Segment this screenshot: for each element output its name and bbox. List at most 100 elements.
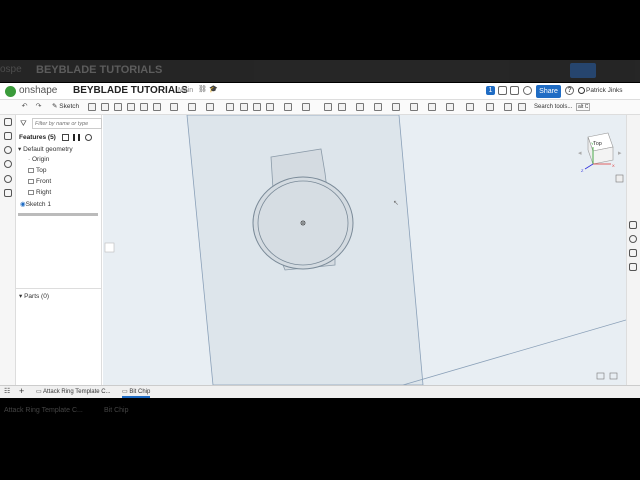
extrude-icon[interactable]: [88, 103, 96, 111]
fillet-icon[interactable]: [170, 103, 178, 111]
helix-icon[interactable]: [356, 103, 364, 111]
hole-icon[interactable]: [240, 103, 248, 111]
variable-icon[interactable]: [486, 103, 494, 111]
background-tab-bar: Attack Ring Template C... Bit Chip: [0, 405, 640, 418]
properties-panel-icon[interactable]: [629, 263, 637, 271]
thicken-icon[interactable]: [140, 103, 148, 111]
draft-icon[interactable]: [206, 103, 214, 111]
search-tools-input[interactable]: Search tools... alt C: [534, 102, 598, 113]
clock-icon[interactable]: [85, 134, 92, 141]
add-tab-icon[interactable]: +: [19, 386, 24, 396]
viewport-canvas[interactable]: Top X Y Z ◂ ▸ ↖: [103, 114, 627, 386]
split-icon[interactable]: [302, 103, 310, 111]
plane-icon: [28, 167, 34, 173]
parts-label: Parts (0): [24, 293, 49, 300]
z-axis-line: [584, 163, 594, 170]
transform-icon[interactable]: [518, 103, 526, 111]
pattern-icon[interactable]: [253, 103, 261, 111]
appearance-icon[interactable]: [466, 103, 474, 111]
frames-icon[interactable]: [446, 103, 454, 111]
features-header[interactable]: Features (5): [19, 134, 56, 141]
feature-filter: ⛛: [20, 118, 102, 129]
tree-item-sketch-1[interactable]: ◉Sketch 1: [20, 200, 51, 208]
onshape-window: onshape BEYBLADE TUTORIALS Main ⛓ 🎓 1 Sh…: [0, 83, 640, 398]
tree-item-label: Top: [36, 167, 47, 174]
search-shortcut-badge: alt C: [576, 103, 591, 111]
versions-icon[interactable]: [498, 86, 507, 95]
x-axis-label: X: [612, 163, 615, 168]
tree-item-origin[interactable]: · Origin: [28, 156, 49, 163]
loft-icon[interactable]: [127, 103, 135, 111]
mate-connector-icon[interactable]: [338, 103, 346, 111]
tree-item-front[interactable]: Front: [28, 178, 51, 185]
boolean-icon[interactable]: [284, 103, 292, 111]
shell-icon[interactable]: [226, 103, 234, 111]
undo-icon[interactable]: ↶: [20, 103, 29, 112]
tab-attack-ring-template[interactable]: ▭ Attack Ring Template C...: [36, 388, 111, 395]
display-mode-icon[interactable]: [615, 174, 624, 183]
graduation-cap-icon[interactable]: 🎓: [209, 86, 218, 95]
appearance-panel-icon[interactable]: [629, 235, 637, 243]
document-tab-bar: ☷ + ▭ Attack Ring Template C... ▭ Bit Ch…: [0, 385, 640, 398]
surface-icon[interactable]: [392, 103, 400, 111]
help-icon[interactable]: ?: [565, 86, 574, 95]
rotate-right-icon[interactable]: ▸: [618, 149, 622, 157]
view-tool-icon[interactable]: [596, 372, 605, 380]
notification-icon[interactable]: 1: [486, 86, 495, 95]
rollback-bar[interactable]: [18, 213, 98, 216]
chamfer-icon[interactable]: [188, 103, 196, 111]
link-icon[interactable]: ⛓: [198, 86, 207, 95]
default-geometry-node[interactable]: ▾ Default geometry: [18, 145, 73, 153]
feature-panel: ⛛ Features (5) ▾ Default geometry · Orig…: [16, 115, 102, 385]
onshape-logo-icon[interactable]: [5, 86, 16, 97]
viewcube[interactable]: Top X Y Z ◂ ▸: [578, 132, 622, 173]
front-plane-edge[interactable]: [402, 319, 627, 386]
search-tools-placeholder: Search tools...: [534, 104, 573, 110]
branch-label[interactable]: Main: [178, 87, 193, 94]
graphics-viewport[interactable]: Top X Y Z ◂ ▸ ↖: [103, 114, 627, 386]
expand-panel-icon[interactable]: [104, 242, 115, 253]
tree-item-right[interactable]: Right: [28, 189, 51, 196]
redo-icon[interactable]: ↷: [34, 103, 43, 112]
section-view-icon[interactable]: [428, 103, 436, 111]
feature-list-icon[interactable]: [4, 118, 12, 126]
background-title: BEYBLADE TUTORIALS: [36, 64, 163, 76]
right-rail: [626, 115, 640, 385]
appearances-icon[interactable]: [4, 160, 12, 168]
filter-input[interactable]: [32, 118, 102, 129]
sheet-metal-icon[interactable]: [374, 103, 382, 111]
background-window-titlebar: ospe BEYBLADE TUTORIALS: [0, 60, 640, 82]
history-icon[interactable]: [510, 86, 519, 95]
tree-item-top[interactable]: Top: [28, 167, 46, 174]
share-button[interactable]: Share: [536, 85, 561, 98]
user-avatar-icon[interactable]: [578, 87, 585, 94]
z-axis-label: Z: [581, 168, 584, 173]
sketch-button[interactable]: ✎ Sketch: [52, 102, 79, 110]
revolve-icon[interactable]: [101, 103, 109, 111]
tab-bit-chip[interactable]: ▭ Bit Chip: [122, 388, 151, 398]
comments-icon[interactable]: [4, 146, 12, 154]
bill-of-materials-icon[interactable]: [4, 189, 12, 197]
rollback-icon[interactable]: [62, 134, 69, 141]
app-store-icon[interactable]: [523, 86, 532, 95]
render-icon[interactable]: [504, 103, 512, 111]
parts-header[interactable]: ▾ Parts (0): [19, 292, 49, 300]
tree-item-label: Sketch 1: [25, 201, 51, 208]
variables-icon[interactable]: [4, 132, 12, 140]
rotate-left-icon[interactable]: ◂: [578, 149, 582, 157]
enclose-icon[interactable]: [153, 103, 161, 111]
background-tab-2: Bit Chip: [104, 407, 129, 414]
configurations-icon[interactable]: [629, 221, 637, 229]
named-views-icon[interactable]: [4, 175, 12, 183]
zoom-fit-icon[interactable]: [609, 372, 618, 380]
measure-icon[interactable]: [410, 103, 418, 111]
pause-icon[interactable]: [73, 134, 80, 141]
plane-icon: [28, 178, 34, 184]
tab-manager-icon[interactable]: ☷: [4, 387, 10, 395]
bom-panel-icon[interactable]: [629, 249, 637, 257]
document-title[interactable]: BEYBLADE TUTORIALS: [73, 85, 188, 96]
mirror-icon[interactable]: [266, 103, 274, 111]
plane-icon[interactable]: [324, 103, 332, 111]
user-name[interactable]: Patrick Jinks: [586, 87, 622, 94]
sweep-icon[interactable]: [114, 103, 122, 111]
